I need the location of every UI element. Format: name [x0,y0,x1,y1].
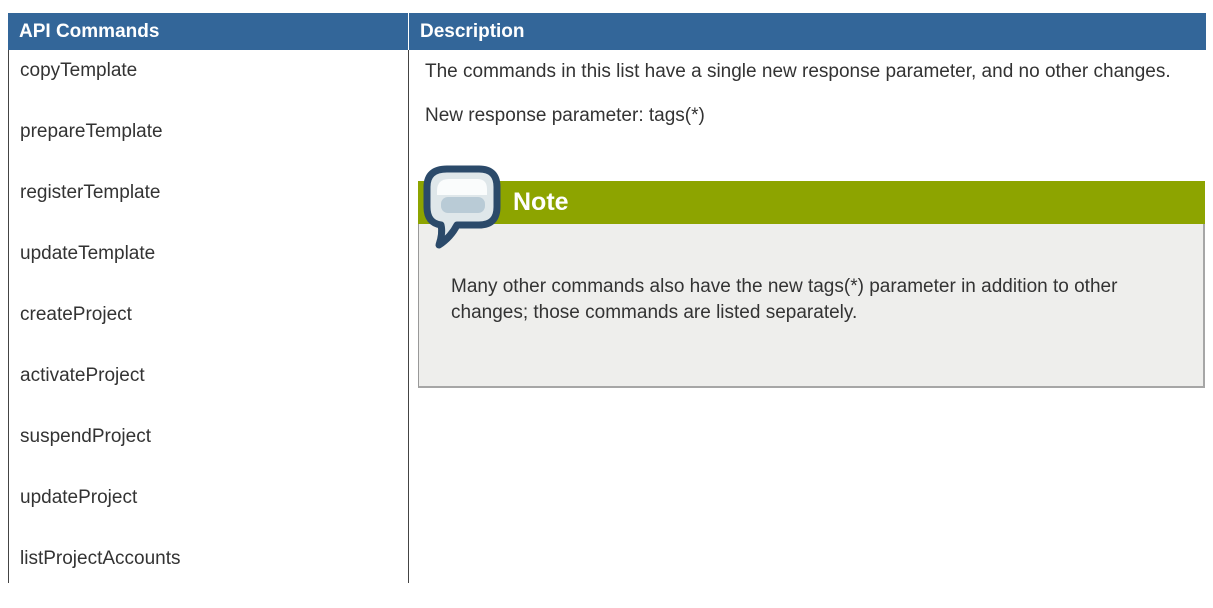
command-item: activateProject [20,365,145,386]
speech-bubble-icon [423,165,501,249]
note-title: Note [513,188,569,216]
command-item: createProject [20,304,132,325]
description-cell: The commands in this list have a single … [409,50,1206,583]
command-item: prepareTemplate [20,121,163,142]
header-api-commands: API Commands [8,13,409,50]
commands-cell: copyTemplate prepareTemplate registerTem… [8,50,409,583]
command-item: listProjectAccounts [20,548,181,569]
new-parameter-paragraph: New response parameter: tags(*) [425,105,705,126]
table-row: copyTemplate prepareTemplate registerTem… [8,50,1206,583]
command-item: updateProject [20,487,138,508]
note-header-bar: Note [418,181,1205,224]
command-item: updateTemplate [20,243,156,264]
command-item: registerTemplate [20,182,161,203]
description-paragraph: The commands in this list have a single … [425,61,1171,82]
note-box: Note Many other commands also have the n… [418,165,1205,388]
api-commands-table: API Commands Description copyTemplate pr… [8,13,1206,583]
command-item: copyTemplate [20,60,138,81]
note-text: Many other commands also have the new ta… [451,276,1118,323]
header-description: Description [420,21,525,42]
command-item: suspendProject [20,426,151,447]
table-header-row: API Commands Description [8,13,1206,50]
